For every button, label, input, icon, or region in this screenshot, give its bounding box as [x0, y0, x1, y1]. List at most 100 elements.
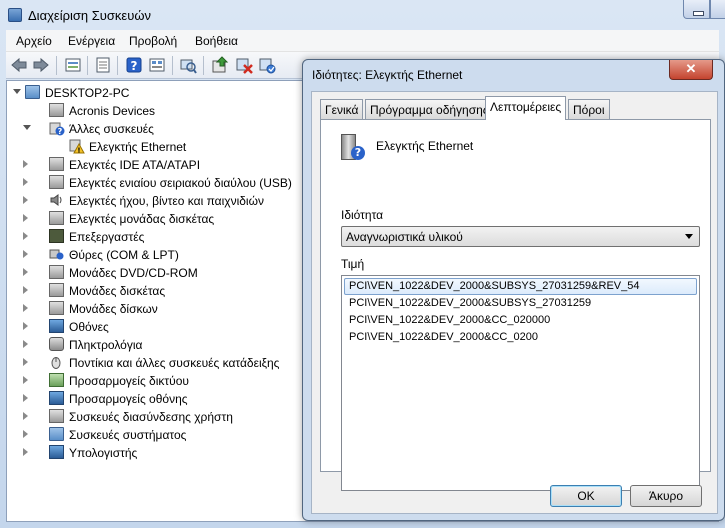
collapse-icon[interactable] — [23, 125, 31, 130]
tab-details[interactable]: Λεπτομέρειες — [485, 96, 567, 120]
forward-icon[interactable] — [32, 56, 50, 74]
minimize-button[interactable] — [683, 0, 710, 19]
tree-item-label: Συσκευές διασύνδεσης χρήστη — [69, 410, 233, 424]
expand-icon[interactable] — [23, 196, 28, 204]
tree-item-label: Μονάδες DVD/CD-ROM — [69, 266, 198, 280]
device-manager-app-icon — [8, 8, 22, 22]
chevron-down-icon — [685, 234, 693, 239]
list-item[interactable]: PCI\VEN_1022&DEV_2000&CC_020000 — [344, 312, 697, 329]
back-icon[interactable] — [10, 56, 28, 74]
mouse-icon — [49, 355, 64, 369]
collapse-icon[interactable] — [13, 89, 21, 94]
disk-drive-icon — [49, 301, 64, 315]
tree-root-label: DESKTOP2-PC — [45, 86, 130, 100]
details-tab-panel: ? Ελεγκτής Ethernet Ιδιότητα Αναγνωριστι… — [320, 119, 711, 491]
system-device-icon — [49, 427, 64, 441]
port-icon — [49, 247, 64, 261]
property-dropdown[interactable]: Αναγνωριστικά υλικού — [341, 226, 700, 247]
expand-icon[interactable] — [23, 268, 28, 276]
disable-device-icon[interactable] — [235, 56, 253, 74]
ok-button[interactable]: OK — [550, 485, 622, 507]
view-icon[interactable] — [148, 56, 166, 74]
menu-action[interactable]: Ενέργεια — [68, 34, 115, 48]
svg-text:!: ! — [77, 147, 80, 155]
title-bar[interactable]: Διαχείριση Συσκευών — [0, 0, 725, 30]
tree-item-label: Acronis Devices — [69, 104, 156, 118]
list-item[interactable]: PCI\VEN_1022&DEV_2000&SUBSYS_27031259 — [344, 295, 697, 312]
tree-item-label: Άλλες συσκευές — [69, 122, 154, 136]
computer-icon — [25, 85, 40, 99]
warning-device-icon: ! — [69, 139, 85, 155]
tree-item-label: Πληκτρολόγια — [69, 338, 143, 352]
floppy-drive-icon — [49, 283, 64, 297]
window-title: Διαχείριση Συσκευών — [28, 8, 151, 23]
network-adapter-icon — [49, 373, 64, 387]
expand-icon[interactable] — [23, 250, 28, 258]
menu-view[interactable]: Προβολή — [129, 34, 177, 48]
expand-icon[interactable] — [23, 304, 28, 312]
expand-icon[interactable] — [23, 412, 28, 420]
tree-item-label: Οθόνες — [69, 320, 109, 334]
expand-icon[interactable] — [23, 340, 28, 348]
update-driver-icon[interactable] — [211, 56, 229, 74]
processor-icon — [49, 229, 64, 243]
tree-item-label: Προσαρμογείς οθόνης — [69, 392, 188, 406]
list-item[interactable]: PCI\VEN_1022&DEV_2000&CC_0200 — [344, 329, 697, 346]
expand-icon[interactable] — [23, 160, 28, 168]
expand-icon[interactable] — [23, 214, 28, 222]
value-list[interactable]: PCI\VEN_1022&DEV_2000&SUBSYS_27031259&RE… — [341, 275, 700, 491]
value-label: Τιμή — [341, 257, 365, 271]
keyboard-icon — [49, 337, 64, 351]
tree-item-label: Θύρες (COM & LPT) — [69, 248, 179, 262]
expand-icon[interactable] — [23, 286, 28, 294]
uninstall-device-icon[interactable] — [258, 56, 276, 74]
usb-controller-icon — [49, 175, 64, 189]
maximize-button[interactable] — [710, 0, 725, 19]
expand-icon[interactable] — [23, 394, 28, 402]
menu-bar: Αρχείο Ενέργεια Προβολή Βοήθεια — [6, 30, 719, 52]
tree-item-label: Μονάδες δίσκων — [69, 302, 158, 316]
menu-help[interactable]: Βοήθεια — [195, 34, 238, 48]
expand-icon[interactable] — [23, 178, 28, 186]
dvd-drive-icon — [49, 265, 64, 279]
gray-device-icon — [49, 103, 64, 117]
dialog-body: Γενικά Πρόγραμμα οδήγησης Λεπτομέρειες Π… — [311, 91, 718, 514]
expand-icon[interactable] — [23, 322, 28, 330]
expand-icon[interactable] — [23, 358, 28, 366]
dialog-close-button[interactable]: ✕ — [669, 60, 713, 80]
ide-controller-icon — [49, 157, 64, 171]
expand-icon[interactable] — [23, 232, 28, 240]
tab-resources[interactable]: Πόροι — [568, 99, 610, 119]
menu-file[interactable]: Αρχείο — [16, 34, 52, 48]
scan-hardware-icon[interactable] — [179, 56, 197, 74]
dialog-title: Ιδιότητες: Ελεγκτής Ethernet — [312, 68, 463, 82]
property-selected-value: Αναγνωριστικά υλικού — [346, 230, 463, 244]
tab-driver[interactable]: Πρόγραμμα οδήγησης — [365, 99, 494, 119]
up-icon[interactable] — [64, 56, 82, 74]
help-icon[interactable]: ? — [125, 56, 143, 74]
svg-text:?: ? — [58, 127, 63, 136]
floppy-controller-icon — [49, 211, 64, 225]
properties-icon[interactable] — [94, 56, 112, 74]
tab-general[interactable]: Γενικά — [320, 99, 364, 119]
tree-item-label: Επεξεργαστές — [69, 230, 145, 244]
sound-icon — [49, 193, 64, 207]
expand-icon[interactable] — [23, 376, 28, 384]
expand-icon[interactable] — [23, 430, 28, 438]
computer-icon — [49, 445, 64, 459]
device-name: Ελεγκτής Ethernet — [376, 139, 474, 153]
svg-text:?: ? — [131, 59, 138, 73]
hid-icon — [49, 409, 64, 423]
expand-icon[interactable] — [23, 448, 28, 456]
cancel-button[interactable]: Άκυρο — [630, 485, 702, 507]
property-label: Ιδιότητα — [341, 208, 384, 222]
tree-item-label: Ελεγκτές μονάδας δισκέτας — [69, 212, 215, 226]
tree-item-label: Ελεγκτές IDE ATA/ATAPI — [69, 158, 201, 172]
tree-item-label: Ποντίκια και άλλες συσκευές κατάδειξης — [69, 356, 280, 370]
tree-item-label: Ελεγκτής Ethernet — [89, 140, 187, 154]
properties-dialog: Ιδιότητες: Ελεγκτής Ethernet ✕ Γενικά Πρ… — [302, 59, 725, 521]
display-adapter-icon — [49, 391, 64, 405]
unknown-device-icon: ? — [49, 121, 65, 136]
list-item[interactable]: PCI\VEN_1022&DEV_2000&SUBSYS_27031259&RE… — [344, 278, 697, 295]
monitor-icon — [49, 319, 64, 333]
